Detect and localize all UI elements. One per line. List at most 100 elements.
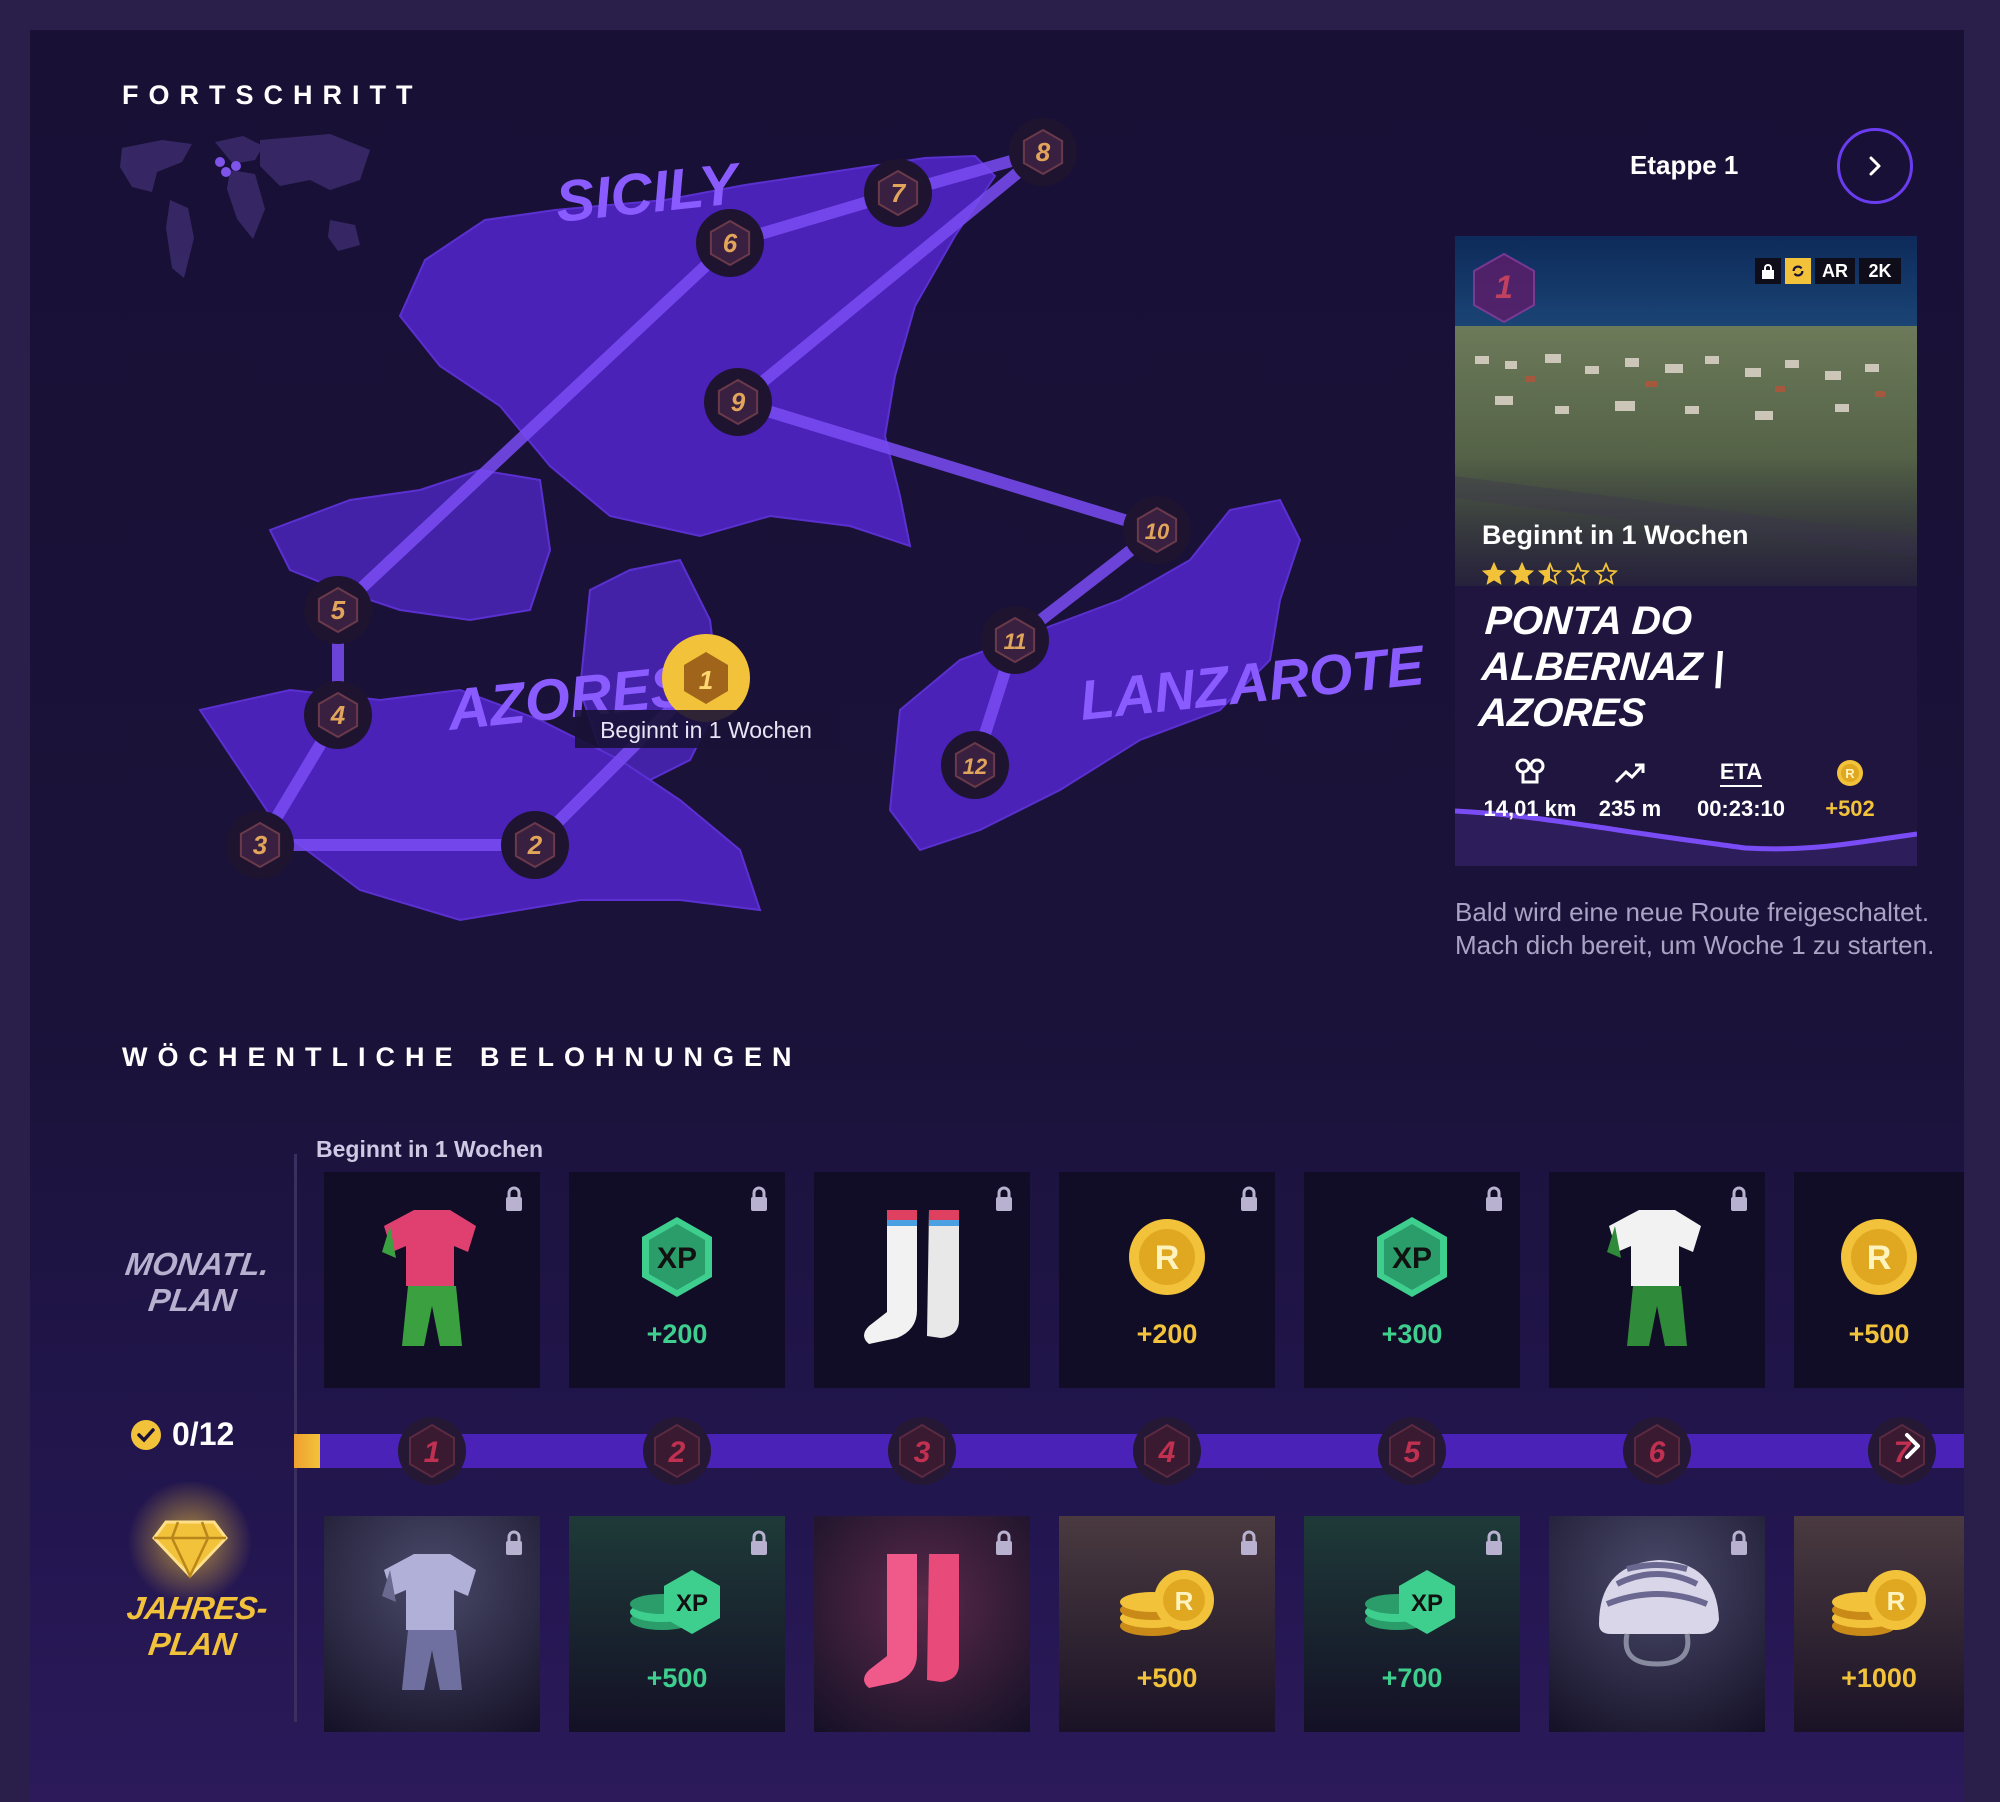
xp-icon: XP: [569, 1212, 785, 1302]
reward-amount: +1000: [1841, 1663, 1917, 1693]
kit-grey-icon: [324, 1544, 540, 1704]
stage-marker-6[interactable]: 6: [696, 209, 764, 277]
lock-icon: [751, 1530, 767, 1555]
reward-amount: +500: [1136, 1663, 1198, 1693]
svg-text:R: R: [1887, 1586, 1906, 1616]
reward-tile-monthly-5[interactable]: XP +300: [1304, 1172, 1520, 1388]
lock-icon: [506, 1186, 522, 1211]
stage-marker-10[interactable]: 10: [1123, 496, 1191, 564]
svg-text:8: 8: [1036, 137, 1051, 167]
reward-tile-yearly-2[interactable]: XP +500: [569, 1516, 785, 1732]
stage-marker-8[interactable]: 8: [1009, 118, 1077, 186]
stage-marker-2[interactable]: 2: [501, 811, 569, 879]
lock-icon: [1731, 1186, 1747, 1211]
weekly-rewards-title: WÖCHENTLICHE BELOHNUNGEN: [122, 1042, 802, 1072]
stage-marker-11[interactable]: 11: [981, 606, 1049, 674]
stat-coins-value: +502: [1825, 796, 1875, 821]
reward-tile-monthly-7[interactable]: R +500: [1794, 1172, 1964, 1388]
stage-marker-3[interactable]: 3: [226, 811, 294, 879]
weekly-progress-track: [294, 1434, 1964, 1468]
svg-text:3: 3: [914, 1436, 931, 1469]
stat-eta-value: 00:23:10: [1696, 796, 1786, 821]
reward-tile-monthly-2[interactable]: XP +200: [569, 1172, 785, 1388]
star-empty-icon: [1594, 562, 1618, 585]
svg-text:4: 4: [330, 700, 346, 730]
svg-text:XP: XP: [657, 1242, 697, 1275]
world-mini-map: [120, 134, 370, 278]
coin-stack-icon: R: [1059, 1556, 1275, 1646]
route-card[interactable]: 1 AR 2K Beginnt in 1 Wochen PONTA DO ALB…: [1455, 236, 1917, 866]
reward-tile-yearly-3[interactable]: [814, 1516, 1030, 1732]
chevron-right-icon: [1905, 1433, 1920, 1459]
reward-tile-monthly-6[interactable]: [1549, 1172, 1765, 1388]
svg-text:12: 12: [963, 754, 988, 779]
reward-amount: +300: [1381, 1319, 1443, 1349]
stat-eta: ETA 00:23:10: [1681, 756, 1801, 822]
kit-white-green-icon: [1549, 1200, 1765, 1360]
stage-marker-12[interactable]: 12: [941, 731, 1009, 799]
svg-text:R: R: [1155, 1239, 1180, 1277]
reward-tile-yearly-7[interactable]: R +1000: [1794, 1516, 1964, 1732]
lock-icon: [506, 1530, 522, 1555]
svg-text:11: 11: [1004, 629, 1027, 654]
reward-tile-monthly-4[interactable]: R +200: [1059, 1172, 1275, 1388]
lock-icon: [1762, 264, 1774, 279]
week-marker-4: 4: [1131, 1415, 1203, 1487]
reward-tile-yearly-4[interactable]: R +500: [1059, 1516, 1275, 1732]
reward-tile-yearly-6[interactable]: [1549, 1516, 1765, 1732]
star-empty-icon: [1566, 562, 1590, 585]
loop-badge: [1785, 258, 1811, 284]
chevron-right-icon: [1869, 156, 1881, 176]
current-stage-marker[interactable]: 1: [662, 634, 750, 722]
week-marker-3: 3: [886, 1415, 958, 1487]
svg-text:1: 1: [699, 665, 713, 695]
lock-icon: [1486, 1186, 1502, 1211]
scroll-right-button[interactable]: [1892, 1426, 1932, 1466]
next-stage-button[interactable]: [1837, 128, 1913, 204]
reward-amount: +500: [1848, 1319, 1910, 1349]
stage-marker-5[interactable]: 5: [304, 576, 372, 644]
week-marker-1: 1: [396, 1415, 468, 1487]
reward-tile-yearly-5[interactable]: XP +700: [1304, 1516, 1520, 1732]
svg-text:2: 2: [668, 1436, 686, 1469]
reward-tile-yearly-1[interactable]: [324, 1516, 540, 1732]
reward-amount: +200: [1136, 1319, 1198, 1349]
route-name-line2: AZORES: [1477, 691, 1648, 735]
svg-text:3: 3: [253, 830, 268, 860]
current-stage-tooltip: Beginnt in 1 Wochen: [600, 717, 812, 743]
svg-text:1: 1: [424, 1436, 441, 1469]
stage-marker-7[interactable]: 7: [864, 159, 932, 227]
svg-text:XP: XP: [676, 1590, 708, 1617]
lock-icon: [996, 1530, 1012, 1555]
lock-badge: [1755, 258, 1781, 284]
coin-icon: R: [1794, 1212, 1964, 1302]
svg-text:XP: XP: [1392, 1242, 1432, 1275]
star-filled-icon: [1510, 562, 1534, 585]
route-name-line1: PONTA DO ALBERNAZ |: [1480, 599, 1726, 689]
stage-marker-9[interactable]: 9: [704, 368, 772, 436]
coin-icon: R: [1837, 760, 1863, 786]
lock-icon: [1486, 1530, 1502, 1555]
ar-badge: AR: [1815, 258, 1855, 284]
stage-badge-icon: 1: [1473, 252, 1535, 324]
svg-text:R: R: [1175, 1586, 1194, 1616]
difficulty-rating: [1482, 562, 1618, 586]
stat-elevation: 235 m: [1575, 756, 1685, 822]
svg-text:R: R: [1867, 1239, 1892, 1277]
weekly-progress-fill: [294, 1434, 320, 1468]
svg-text:XP: XP: [1411, 1590, 1443, 1617]
reward-tile-monthly-3[interactable]: [814, 1172, 1030, 1388]
reward-tile-monthly-1[interactable]: [324, 1172, 540, 1388]
route-description: Bald wird eine neue Route freigeschaltet…: [1455, 897, 1935, 960]
monthly-plan-label: MONATL. PLAN: [123, 1246, 272, 1318]
route-name: PONTA DO ALBERNAZ | AZORES: [1477, 598, 1917, 736]
coin-icon: R: [1059, 1212, 1275, 1302]
lock-icon: [996, 1186, 1012, 1211]
xp-stack-icon: XP: [1304, 1556, 1520, 1646]
svg-text:10: 10: [1145, 519, 1170, 544]
svg-text:2: 2: [527, 830, 543, 860]
stage-marker-4[interactable]: 4: [304, 681, 372, 749]
svg-text:R: R: [1845, 766, 1855, 781]
svg-text:7: 7: [891, 178, 907, 208]
star-filled-icon: [1482, 562, 1506, 585]
